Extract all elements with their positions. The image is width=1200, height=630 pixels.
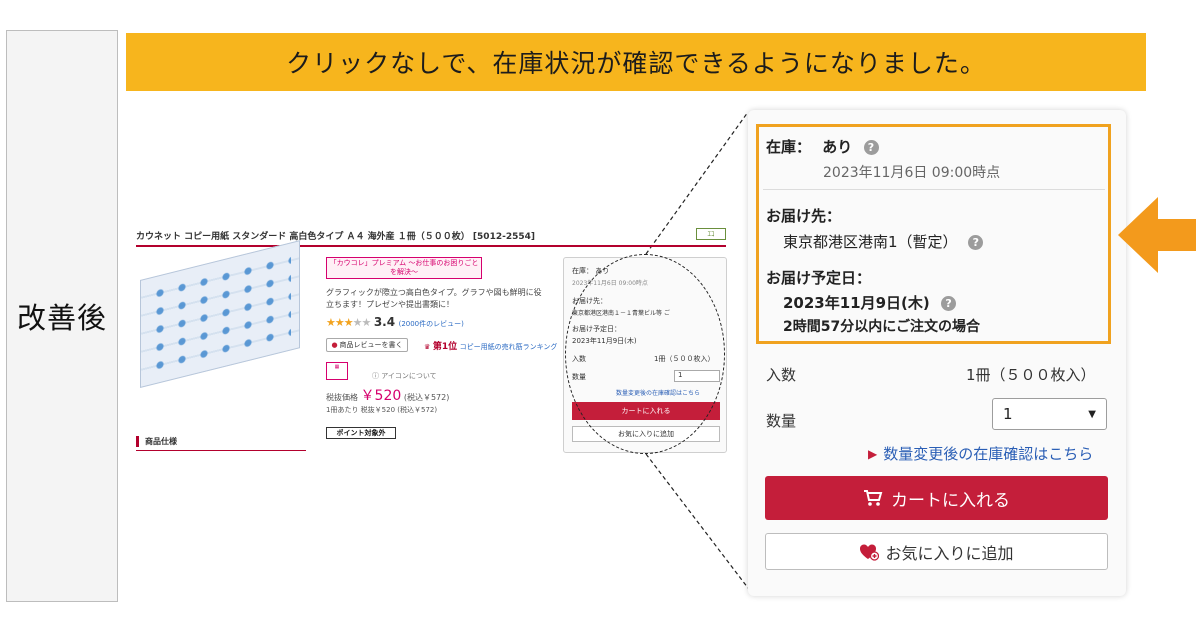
stock-value: あり <box>822 138 853 156</box>
stock-status: 在庫： あり ? <box>766 136 879 157</box>
add-to-cart-label: カートに入れる <box>891 490 1010 511</box>
stock-timestamp: 2023年11月6日 09:00時点 <box>823 165 1001 181</box>
ranking: ♛ 第1位 コピー用紙の売れ筋ランキング <box>424 339 557 352</box>
price-tax: (税込￥572) <box>403 393 450 402</box>
unit-price: 1冊あたり 税抜￥520 (税込￥572) <box>326 406 438 414</box>
spec-underline <box>136 450 306 451</box>
icon-info-label: アイコンについて <box>381 372 437 380</box>
delivery-dest-value: 東京都港区港南1（暫定） <box>783 233 958 251</box>
write-review-button[interactable]: ● 商品レビューを書く <box>326 338 408 352</box>
help-icon[interactable]: ? <box>863 140 879 155</box>
add-to-cart-button[interactable]: カートに入れる <box>765 476 1108 520</box>
headline-banner: クリックなしで、在庫状況が確認できるようになりました。 <box>126 33 1146 91</box>
icon-info-link[interactable]: ⓘ アイコンについて <box>372 371 437 381</box>
product-image[interactable] <box>140 240 300 388</box>
help-icon[interactable]: ? <box>968 235 984 250</box>
delivery-dest: 東京都港区港南1（暫定） ? <box>783 231 984 252</box>
eco-badge: ｴｺ <box>696 228 726 240</box>
add-favorite-label: お気に入りに追加 <box>885 543 1014 563</box>
dropdown-arrow-icon: ▼ <box>1088 408 1096 420</box>
write-review-label: 商品レビューを書く <box>339 341 403 349</box>
heart-plus-icon <box>860 544 880 561</box>
title-underline <box>136 245 726 247</box>
point-badge: ポイント対象外 <box>326 427 396 439</box>
pointer-arrow-icon <box>1118 197 1196 273</box>
ranking-link[interactable]: コピー用紙の売れ筋ランキング <box>460 343 558 351</box>
rating-reviews-link[interactable]: (2000件のレビュー) <box>399 320 464 328</box>
stock-check-link-label: 数量変更後の在庫確認はこちら <box>883 445 1094 463</box>
delivery-dest-label: お届け先： <box>766 207 842 225</box>
crown-icon: ♛ <box>424 343 431 351</box>
triangle-right-icon: ▶ <box>868 446 878 461</box>
count-label: 数量 <box>766 412 797 430</box>
spec-heading: 商品仕様 <box>136 436 177 447</box>
stock-check-link[interactable]: ▶ 数量変更後の在庫確認はこちら <box>868 443 1093 464</box>
price-label: 税抜価格 <box>326 393 358 402</box>
star-rating-icon: ★★★★★ <box>326 316 371 329</box>
cart-icon <box>864 490 883 506</box>
quantity-value: 1 <box>1003 405 1013 423</box>
rating-score: 3.4 <box>373 315 396 329</box>
focus-ellipse <box>565 254 725 454</box>
rank-label: 第1位 <box>432 342 458 352</box>
rating: ★★★★★ 3.4 (2000件のレビュー) <box>326 315 464 329</box>
question-icon: ⓘ <box>372 372 379 380</box>
price: 税抜価格 ￥520 (税込￥572) <box>326 385 449 405</box>
feature-badge-icon: ▦ <box>326 362 348 380</box>
product-description: グラフィックが際立つ高白色タイプ。グラフや図も鮮明に役立ちます！プレゼンや提出書… <box>326 288 542 309</box>
pack-qty-value: 1冊（５００枚入） <box>966 366 1096 384</box>
after-label: 改善後 <box>6 30 118 602</box>
help-icon[interactable]: ? <box>941 296 957 311</box>
pack-qty-label: 入数 <box>766 366 797 384</box>
quantity-select[interactable]: 1 ▼ <box>992 398 1107 430</box>
order-deadline: 2時間57分以内にご注文の場合 <box>783 319 980 335</box>
stock-divider <box>763 189 1105 190</box>
delivery-date: 2023年11月9日(木) ? <box>783 292 957 313</box>
price-value: ￥520 <box>360 388 402 404</box>
stock-label: 在庫： <box>766 138 812 156</box>
delivery-date-value: 2023年11月9日(木) <box>783 294 930 312</box>
chat-icon: ● <box>331 341 338 349</box>
delivery-date-label: お届け予定日： <box>766 269 872 287</box>
premium-tag[interactable]: 「カウコレ」プレミアム ～お仕事のお困りごとを解決～ <box>326 257 482 279</box>
product-title: カウネット コピー用紙 スタンダード 高白色タイプ Ａ４ 海外産 １冊（５００枚… <box>136 232 535 242</box>
add-favorite-button[interactable]: お気に入りに追加 <box>765 533 1108 570</box>
